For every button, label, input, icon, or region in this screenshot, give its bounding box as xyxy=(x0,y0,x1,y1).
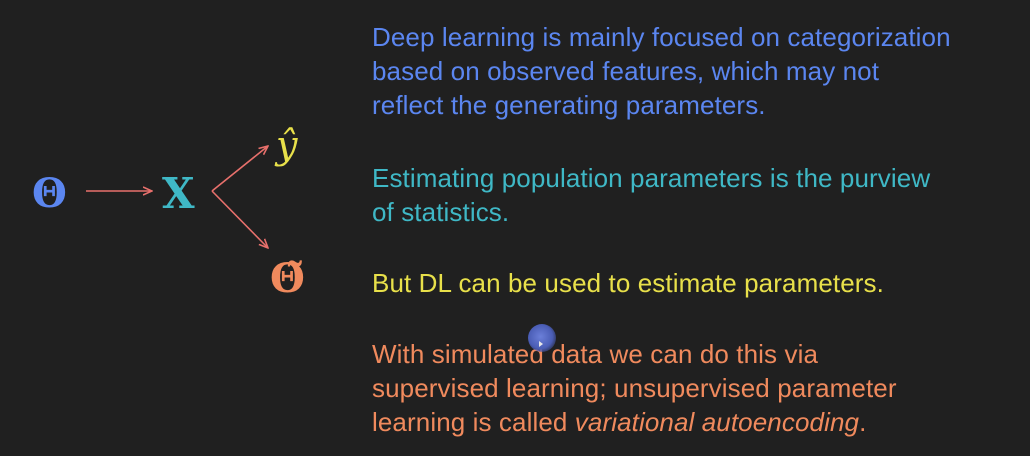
paragraph-simulated-data: With simulated data we can do this via s… xyxy=(372,337,1027,439)
text-line: With simulated data we can do this via xyxy=(372,339,819,369)
slide: Θ X ŷ Θ̃ Deep learning is mainly focused… xyxy=(0,0,1030,456)
italic-term: variational autoencoding xyxy=(574,407,860,437)
y-hat-node: ŷ xyxy=(274,123,298,167)
parameter-diagram: Θ X ŷ Θ̃ xyxy=(32,123,305,302)
cursor-icon xyxy=(539,341,543,347)
text-line: learning is called variational autoencod… xyxy=(372,405,1027,439)
text-segment: . xyxy=(859,407,867,437)
text-line: Estimating population parameters is the … xyxy=(372,163,931,193)
text-line: supervised learning; unsupervised parame… xyxy=(372,373,897,403)
x-node: X xyxy=(162,169,195,218)
text-line: of statistics. xyxy=(372,197,510,227)
text-line: Deep learning is mainly focused on categ… xyxy=(372,22,951,52)
arrow-x-to-y-hat xyxy=(211,146,268,192)
paragraph-deep-learning: Deep learning is mainly focused on categ… xyxy=(372,20,1027,122)
text-segment: learning is called xyxy=(372,407,575,437)
pointer-highlight xyxy=(528,324,556,352)
arrow-x-to-theta-tilde xyxy=(211,190,268,248)
text-line: based on observed features, which may no… xyxy=(372,56,880,86)
text-line: But DL can be used to estimate parameter… xyxy=(372,268,884,298)
theta-tilde-node: Θ̃ xyxy=(270,255,305,302)
paragraph-dl-estimate: But DL can be used to estimate parameter… xyxy=(372,266,1027,300)
theta-node: Θ xyxy=(32,170,67,217)
paragraph-statistics: Estimating population parameters is the … xyxy=(372,161,1027,229)
text-line: reflect the generating parameters. xyxy=(372,90,766,120)
